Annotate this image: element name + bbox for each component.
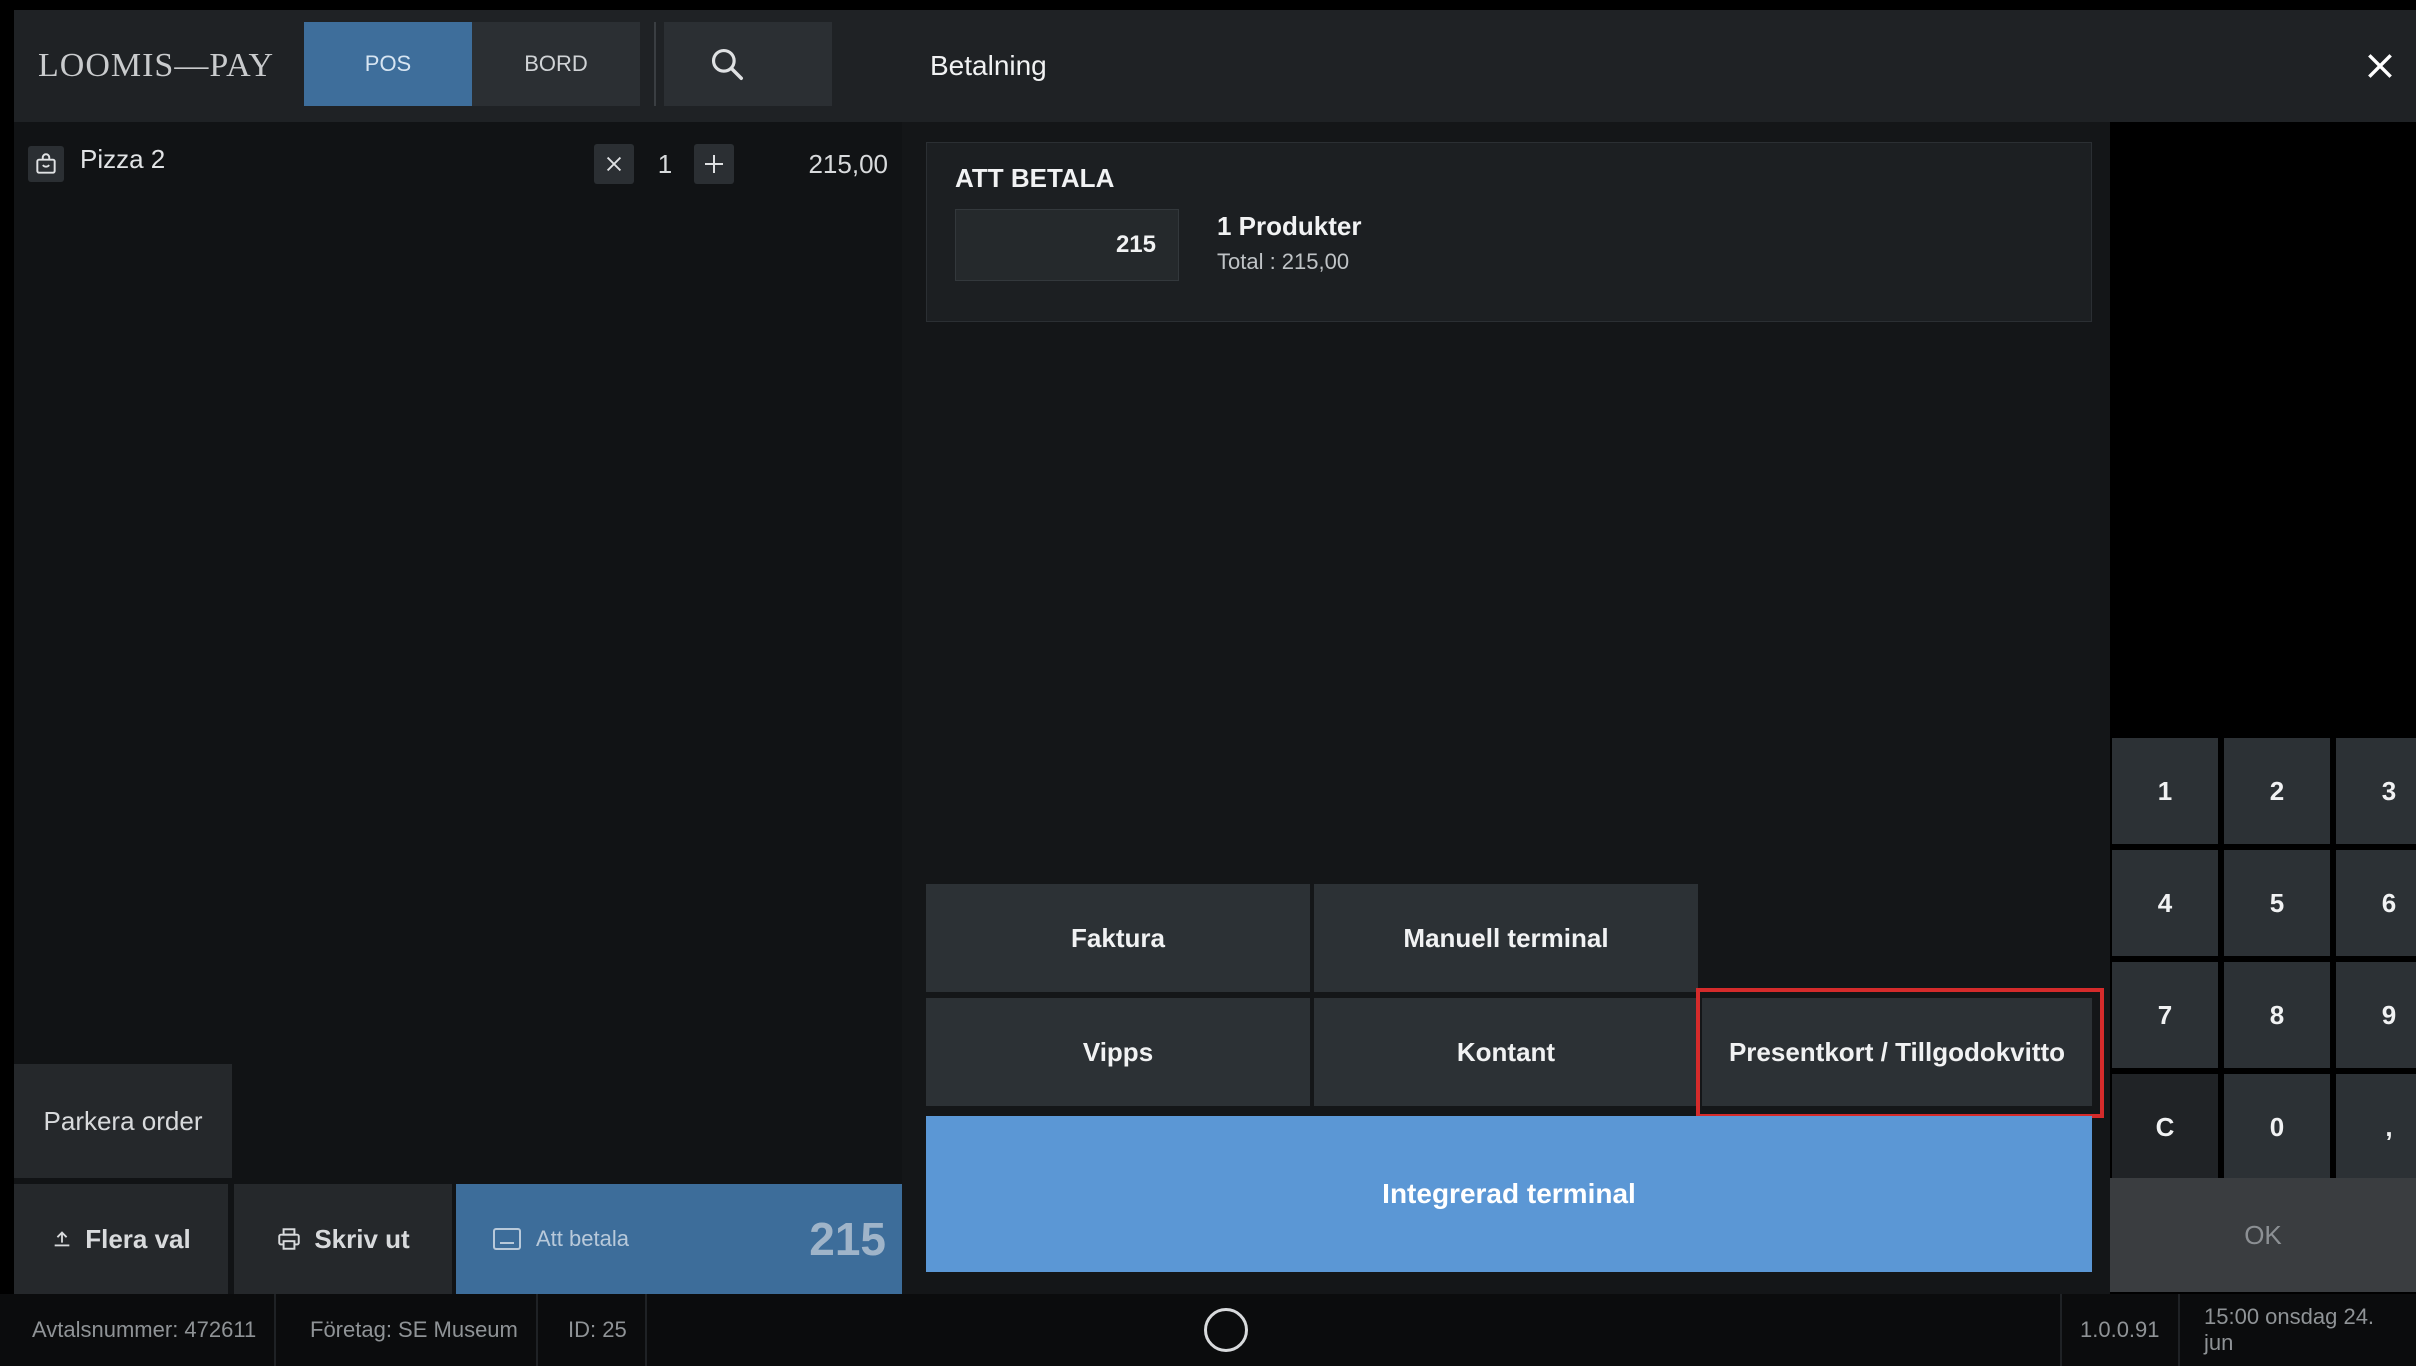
page-title: Betalning xyxy=(930,50,1047,81)
foretag: Företag: SE Museum xyxy=(292,1294,538,1366)
keypad: 1 2 3 4 5 6 7 8 9 C 0 , OK xyxy=(2110,122,2416,1294)
att-betala-label: Att betala xyxy=(536,1226,629,1251)
x-icon xyxy=(606,156,622,172)
product-total: Total : 215,00 xyxy=(1217,249,1350,274)
datetime: 15:00 onsdag 24. jun xyxy=(2204,1304,2375,1355)
search-icon xyxy=(711,48,743,80)
item-price: 215,00 xyxy=(808,148,888,179)
logo: LOOMIS—PAY xyxy=(38,47,275,84)
flera-val-button[interactable]: Flera val xyxy=(14,1184,228,1294)
highlight-box xyxy=(1696,988,2104,1118)
tab-bord[interactable]: BORD xyxy=(472,22,640,106)
key-3[interactable]: 3 xyxy=(2336,738,2416,844)
flera-val-label: Flera val xyxy=(85,1223,191,1254)
vipps-button[interactable]: Vipps xyxy=(926,998,1310,1106)
key-0[interactable]: 0 xyxy=(2224,1074,2330,1180)
payment-header: Betalning xyxy=(902,10,2416,122)
card-icon xyxy=(493,1228,521,1250)
key-clear[interactable]: C xyxy=(2112,1074,2218,1180)
bag-icon xyxy=(28,146,64,182)
divider xyxy=(654,22,656,106)
version: 1.0.0.91 xyxy=(2060,1294,2180,1366)
order-panel: LOOMIS—PAY POS BORD Pizza 2 1 215,00 Par… xyxy=(14,10,902,1294)
plus-icon xyxy=(705,155,723,173)
key-4[interactable]: 4 xyxy=(2112,850,2218,956)
integrerad-terminal-button[interactable]: Integrerad terminal xyxy=(926,1116,2092,1272)
key-9[interactable]: 9 xyxy=(2336,962,2416,1068)
amount-input[interactable]: 215 xyxy=(955,209,1179,281)
key-1[interactable]: 1 xyxy=(2112,738,2218,844)
order-line[interactable]: Pizza 2 1 215,00 xyxy=(14,132,902,192)
upload-icon xyxy=(54,1231,70,1247)
avtalsnummer: Avtalsnummer: 472611 xyxy=(14,1294,277,1366)
search-button[interactable] xyxy=(664,22,832,106)
key-5[interactable]: 5 xyxy=(2224,850,2330,956)
device-id: ID: 25 xyxy=(550,1294,647,1366)
key-2[interactable]: 2 xyxy=(2224,738,2330,844)
printer-icon xyxy=(278,1228,301,1250)
home-circle-icon[interactable] xyxy=(1204,1308,1248,1352)
add-item-button[interactable] xyxy=(694,144,734,184)
top-bar: LOOMIS—PAY POS BORD xyxy=(14,10,902,122)
payment-body: ATT BETALA 215 1 Produkter Total : 215,0… xyxy=(902,122,2110,1294)
att-betala-amount: 215 xyxy=(809,1213,886,1265)
key-comma[interactable]: , xyxy=(2336,1074,2416,1180)
item-quantity: 1 xyxy=(657,148,673,179)
close-icon xyxy=(2368,54,2392,78)
faktura-button[interactable]: Faktura xyxy=(926,884,1310,992)
status-bar: Avtalsnummer: 472611 Företag: SE Museum … xyxy=(0,1294,2416,1366)
att-betala-button[interactable]: Att betala 215 xyxy=(456,1184,902,1294)
print-label: Skriv ut xyxy=(314,1223,410,1254)
tab-pos[interactable]: POS xyxy=(304,22,472,106)
manuell-terminal-button[interactable]: Manuell terminal xyxy=(1314,884,1698,992)
print-button[interactable]: Skriv ut xyxy=(234,1184,452,1294)
key-6[interactable]: 6 xyxy=(2336,850,2416,956)
item-name: Pizza 2 xyxy=(80,144,166,174)
park-order-button[interactable]: Parkera order xyxy=(14,1064,232,1178)
kontant-button[interactable]: Kontant xyxy=(1314,998,1698,1106)
close-button[interactable] xyxy=(2352,38,2408,94)
key-8[interactable]: 8 xyxy=(2224,962,2330,1068)
key-7[interactable]: 7 xyxy=(2112,962,2218,1068)
att-betala-label-group: Att betala xyxy=(492,1184,629,1294)
remove-item-button[interactable] xyxy=(594,144,634,184)
summary-title: ATT BETALA xyxy=(955,163,1115,193)
product-count: 1 Produkter xyxy=(1217,211,1362,241)
ok-button[interactable]: OK xyxy=(2110,1178,2416,1292)
payment-summary: ATT BETALA 215 1 Produkter Total : 215,0… xyxy=(926,142,2092,322)
